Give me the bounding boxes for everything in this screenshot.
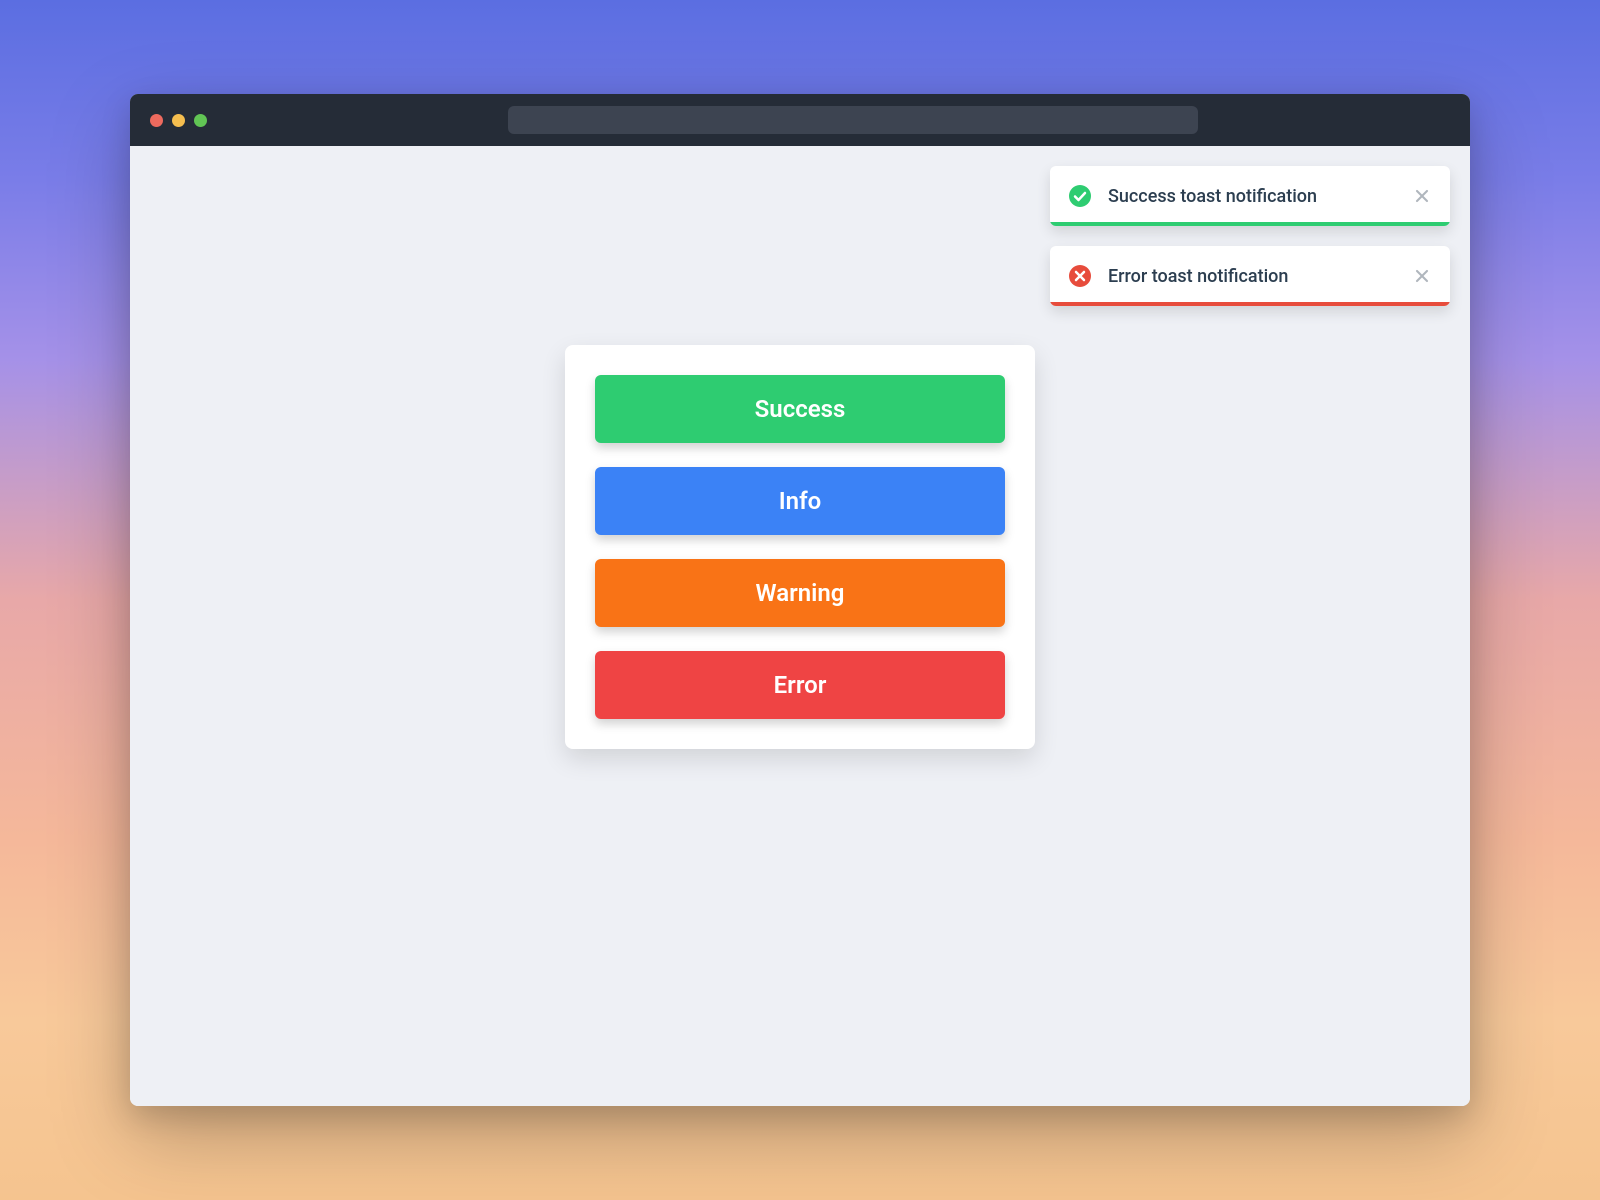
- check-circle-icon: [1068, 184, 1092, 208]
- toast-message: Error toast notification: [1108, 266, 1396, 287]
- toast-error: Error toast notification: [1050, 246, 1450, 306]
- toast-success: Success toast notification: [1050, 166, 1450, 226]
- info-button[interactable]: Info: [595, 467, 1005, 535]
- close-icon[interactable]: [1412, 186, 1432, 206]
- window-controls: [150, 114, 207, 127]
- success-button[interactable]: Success: [595, 375, 1005, 443]
- page-content: Success toast notification Error toast n…: [130, 146, 1470, 1106]
- window-close-icon[interactable]: [150, 114, 163, 127]
- browser-header: [130, 94, 1470, 146]
- toast-container: Success toast notification Error toast n…: [1050, 166, 1450, 306]
- browser-window: Success toast notification Error toast n…: [130, 94, 1470, 1106]
- window-minimize-icon[interactable]: [172, 114, 185, 127]
- close-icon[interactable]: [1412, 266, 1432, 286]
- error-button[interactable]: Error: [595, 651, 1005, 719]
- warning-button[interactable]: Warning: [595, 559, 1005, 627]
- address-bar[interactable]: [508, 106, 1198, 134]
- toast-accent-bar: [1050, 302, 1450, 306]
- toast-accent-bar: [1050, 222, 1450, 226]
- error-circle-icon: [1068, 264, 1092, 288]
- toast-message: Success toast notification: [1108, 186, 1396, 207]
- window-maximize-icon[interactable]: [194, 114, 207, 127]
- button-card: Success Info Warning Error: [565, 345, 1035, 749]
